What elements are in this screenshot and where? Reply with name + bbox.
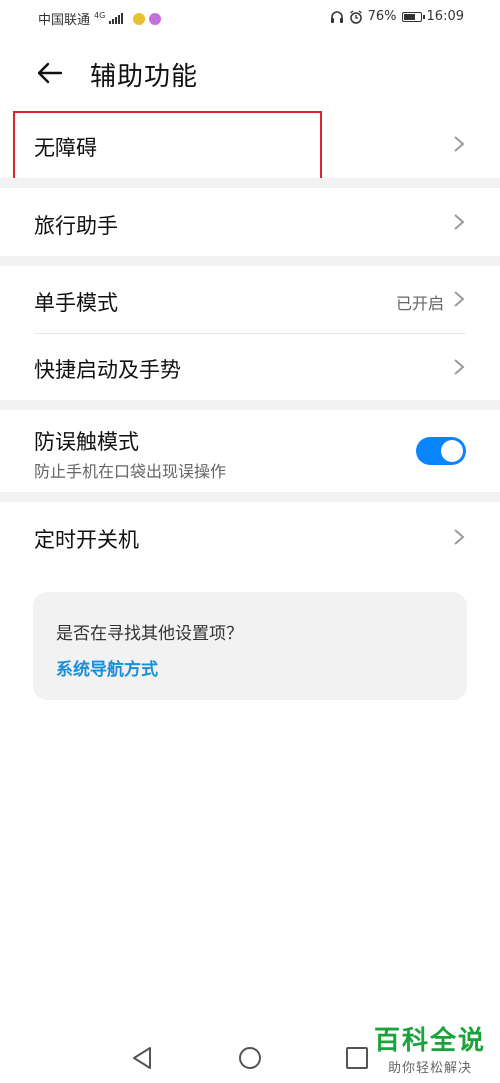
pocket-mode-toggle[interactable] bbox=[416, 437, 466, 465]
chevron-right-icon bbox=[454, 214, 465, 230]
row-one-hand-mode[interactable]: 单手模式 已开启 bbox=[0, 266, 500, 333]
app-notification-icon bbox=[133, 12, 146, 25]
nav-home-button[interactable] bbox=[235, 1043, 265, 1073]
battery-percent: 76% bbox=[367, 9, 397, 24]
watermark: 百科全说 助你轻松解决 bbox=[374, 1020, 486, 1076]
suggestion-card: 是否在寻找其他设置项？ 系统导航方式 bbox=[33, 592, 467, 700]
row-status-value: 已开启 bbox=[395, 294, 444, 313]
network-type: 4G bbox=[94, 10, 106, 20]
row-pocket-mode: 防误触模式 防止手机在口袋出现误操作 bbox=[0, 410, 500, 492]
system-navigation-link[interactable]: 系统导航方式 bbox=[56, 655, 158, 680]
chevron-right-icon bbox=[454, 136, 465, 152]
row-label: 定时开关机 bbox=[34, 528, 139, 552]
row-label: 快捷启动及手势 bbox=[34, 358, 181, 382]
carrier-label: 中国联通 bbox=[38, 13, 91, 28]
highlight-annotation bbox=[13, 111, 322, 185]
section-separator bbox=[0, 400, 500, 410]
square-recents-icon bbox=[346, 1047, 368, 1069]
triangle-back-icon bbox=[133, 1047, 151, 1069]
alarm-icon bbox=[349, 9, 362, 24]
chevron-right-icon bbox=[454, 359, 465, 375]
page-title: 辅助功能 bbox=[90, 62, 199, 92]
battery-icon bbox=[401, 11, 425, 22]
section-separator bbox=[0, 256, 500, 266]
section-separator bbox=[0, 178, 500, 188]
status-left: 中国联通 4G bbox=[38, 9, 162, 28]
status-bar: 中国联通 4G 76% 16:09 bbox=[0, 0, 500, 34]
signal-icon bbox=[109, 13, 124, 24]
section-separator bbox=[0, 492, 500, 502]
row-label: 防误触模式 bbox=[34, 430, 139, 454]
watermark-subtitle: 助你轻松解决 bbox=[387, 1061, 472, 1076]
nav-recents-button[interactable] bbox=[342, 1043, 372, 1073]
app-notification-icon bbox=[149, 12, 162, 25]
circle-home-icon bbox=[239, 1047, 261, 1069]
clock: 16:09 bbox=[426, 9, 464, 24]
watermark-title: 百科全说 bbox=[373, 1026, 486, 1056]
headset-icon bbox=[330, 10, 343, 23]
chevron-right-icon bbox=[454, 529, 465, 545]
arrow-left-icon bbox=[37, 62, 63, 84]
row-travel-assistant[interactable]: 旅行助手 bbox=[0, 188, 500, 256]
status-right: 76% 16:09 bbox=[330, 9, 464, 24]
row-quick-launch-gestures[interactable]: 快捷启动及手势 bbox=[0, 334, 500, 400]
row-scheduled-power[interactable]: 定时开关机 bbox=[0, 502, 500, 572]
row-description: 防止手机在口袋出现误操作 bbox=[34, 462, 227, 481]
nav-back-button[interactable] bbox=[128, 1043, 158, 1073]
chevron-right-icon bbox=[454, 291, 465, 307]
toggle-knob bbox=[441, 440, 463, 462]
suggestion-question: 是否在寻找其他设置项？ bbox=[56, 624, 243, 644]
back-button[interactable] bbox=[34, 57, 66, 89]
app-header: 辅助功能 bbox=[0, 45, 500, 101]
row-label: 旅行助手 bbox=[34, 214, 118, 238]
row-label: 单手模式 bbox=[34, 291, 118, 315]
